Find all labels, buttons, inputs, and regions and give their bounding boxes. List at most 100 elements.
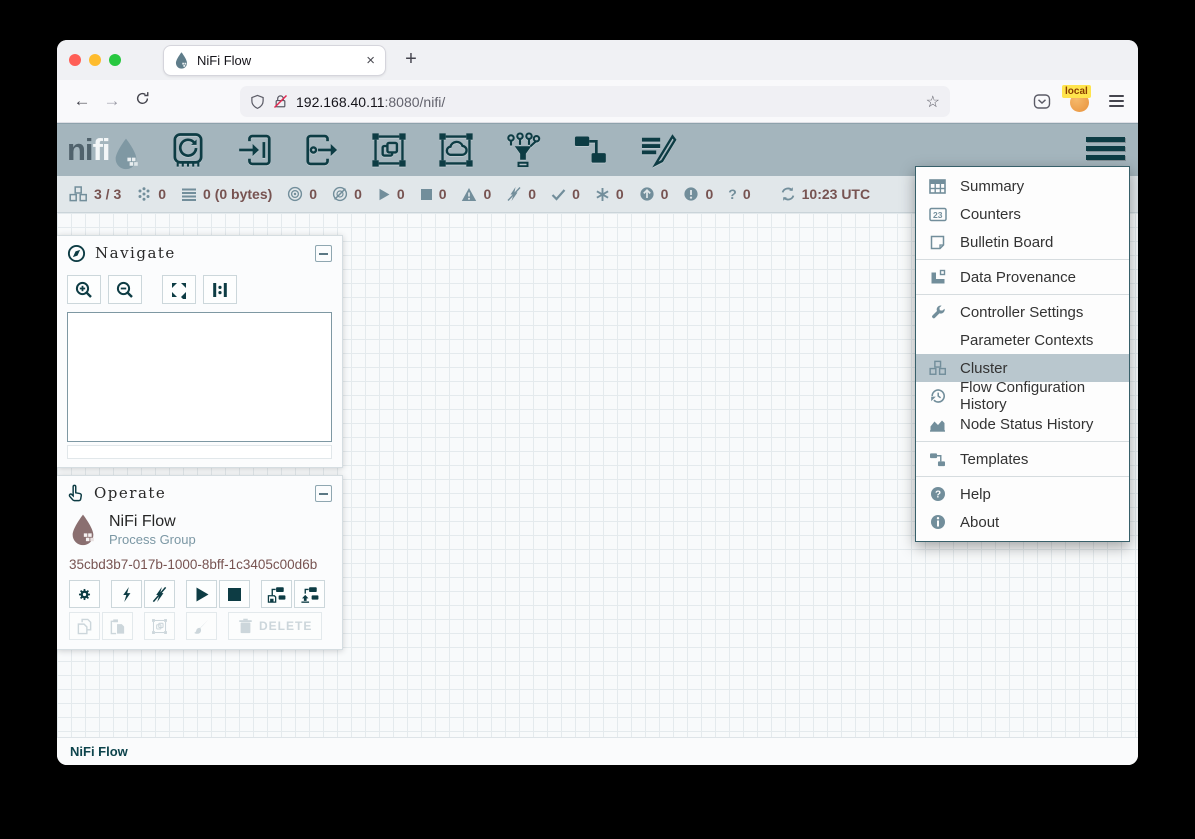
global-menu-dropdown: Summary 23 Counters Bulletin Board Data …: [915, 166, 1130, 542]
reload-button[interactable]: [127, 91, 157, 111]
minimize-window-button[interactable]: [89, 54, 101, 66]
maximize-window-button[interactable]: [109, 54, 121, 66]
browser-window: NiFi Flow × + ← → 192.168.40.11:8080/nif…: [57, 40, 1138, 765]
paintbrush-icon: [193, 618, 210, 635]
status-count: 0: [528, 186, 536, 202]
start-button[interactable]: [186, 580, 217, 608]
pocket-icon[interactable]: [1033, 93, 1051, 110]
url-host: 192.168.40.11: [296, 94, 385, 110]
url-text[interactable]: 192.168.40.11:8080/nifi/: [296, 94, 445, 110]
browser-tab[interactable]: NiFi Flow ×: [163, 45, 386, 76]
tab-close-icon[interactable]: ×: [366, 53, 375, 68]
status-count: 0: [354, 186, 362, 202]
processor-component[interactable]: [166, 130, 210, 170]
forward-button[interactable]: →: [97, 91, 127, 111]
url-path: :8080/nifi/: [385, 94, 446, 110]
menu-item-bulletin-board[interactable]: Bulletin Board: [916, 228, 1129, 256]
menu-item-label: Data Provenance: [960, 269, 1076, 286]
info-icon: [928, 513, 947, 531]
running-icon: [377, 187, 391, 202]
menu-item-templates[interactable]: Templates: [916, 445, 1129, 473]
status-count: 0: [158, 186, 166, 202]
breadcrumb-bar: NiFi Flow: [57, 737, 1138, 765]
collapse-operate-button[interactable]: [315, 485, 332, 502]
status-count: 0: [439, 186, 447, 202]
menu-item-summary[interactable]: Summary: [916, 172, 1129, 200]
nifi-drop-icon: [112, 138, 140, 170]
operate-panel-header: Operate: [57, 476, 342, 510]
stale-exclamation-icon: [683, 186, 699, 202]
disable-button[interactable]: [144, 580, 175, 608]
menu-item-parameter-contexts[interactable]: Parameter Contexts: [916, 326, 1129, 354]
new-tab-button[interactable]: +: [398, 47, 424, 73]
input-port-component[interactable]: [233, 130, 277, 170]
status-sync-failure: ? 0: [728, 186, 750, 202]
copy-icon: [76, 618, 93, 635]
output-port-component[interactable]: [300, 130, 344, 170]
status-active-threads: 0: [136, 186, 166, 202]
group-button[interactable]: [144, 612, 175, 640]
copy-button[interactable]: [69, 612, 100, 640]
upload-template-button[interactable]: [294, 580, 325, 608]
menu-item-counters[interactable]: 23 Counters: [916, 200, 1129, 228]
close-window-button[interactable]: [69, 54, 81, 66]
navigate-panel: Navigate: [57, 235, 343, 468]
menu-item-controller-settings[interactable]: Controller Settings: [916, 298, 1129, 326]
status-queued: 0 (0 bytes): [181, 186, 272, 202]
zoom-in-button[interactable]: [67, 275, 101, 304]
shield-icon[interactable]: [250, 94, 265, 110]
navigate-panel-title: Navigate: [95, 244, 176, 262]
menu-item-flow-configuration-history[interactable]: Flow Configuration History: [916, 382, 1129, 410]
menu-item-node-status-history[interactable]: Node Status History: [916, 410, 1129, 438]
operate-panel: Operate NiFi Flow Process Group 35cbd3b7…: [57, 475, 343, 650]
stop-button[interactable]: [219, 580, 250, 608]
help-icon: ?: [928, 485, 947, 503]
configuration-button[interactable]: [69, 580, 100, 608]
global-menu-button[interactable]: [1086, 137, 1125, 164]
svg-text:?: ?: [934, 489, 940, 500]
status-refresh[interactable]: 10:23 UTC: [780, 186, 870, 202]
funnel-component[interactable]: [501, 130, 545, 170]
stopped-icon: [420, 188, 433, 201]
menu-item-help[interactable]: ? Help: [916, 480, 1129, 508]
create-template-button[interactable]: [261, 580, 292, 608]
delete-button[interactable]: DELETE: [228, 612, 322, 640]
logo-text-ni: ni: [67, 130, 93, 170]
group-selection-icon: [151, 618, 168, 635]
url-bar[interactable]: 192.168.40.11:8080/nifi/ ☆: [240, 86, 950, 117]
status-count: 0: [572, 186, 580, 202]
birdseye-view[interactable]: [67, 312, 332, 442]
enable-button[interactable]: [111, 580, 142, 608]
status-up-to-date: 0: [551, 186, 580, 202]
remote-process-group-component[interactable]: [434, 130, 478, 170]
back-button[interactable]: ←: [67, 91, 97, 111]
menu-item-cluster[interactable]: Cluster: [916, 354, 1129, 382]
gear-icon: [76, 586, 93, 603]
zoom-fit-button[interactable]: [162, 275, 196, 304]
zoom-out-button[interactable]: [108, 275, 142, 304]
process-group-component[interactable]: [367, 130, 411, 170]
menu-item-data-provenance[interactable]: Data Provenance: [916, 263, 1129, 291]
cluster-icon: [69, 186, 88, 202]
nifi-logo: nifi: [67, 130, 140, 170]
save-template-icon: [267, 586, 286, 603]
breadcrumb-root[interactable]: NiFi Flow: [70, 744, 128, 759]
queue-icon: [181, 187, 197, 202]
disabled-icon: [506, 186, 522, 202]
menu-item-about[interactable]: About: [916, 508, 1129, 536]
label-component[interactable]: [635, 130, 679, 170]
insecure-lock-icon[interactable]: [273, 94, 288, 109]
compass-icon: [67, 244, 86, 263]
zoom-actual-size-button[interactable]: [203, 275, 237, 304]
button-gap: [149, 275, 155, 304]
paste-button[interactable]: [102, 612, 133, 640]
status-disabled: 0: [506, 186, 536, 202]
process-group-drop-icon: [69, 512, 97, 548]
collapse-navigate-button[interactable]: [315, 245, 332, 262]
browser-menu-icon[interactable]: [1109, 95, 1124, 107]
profile-avatar[interactable]: local: [1068, 89, 1092, 113]
bookmark-star-icon[interactable]: ☆: [926, 92, 940, 112]
template-component[interactable]: [568, 130, 612, 170]
refresh-icon[interactable]: [780, 186, 796, 202]
color-button[interactable]: [186, 612, 217, 640]
